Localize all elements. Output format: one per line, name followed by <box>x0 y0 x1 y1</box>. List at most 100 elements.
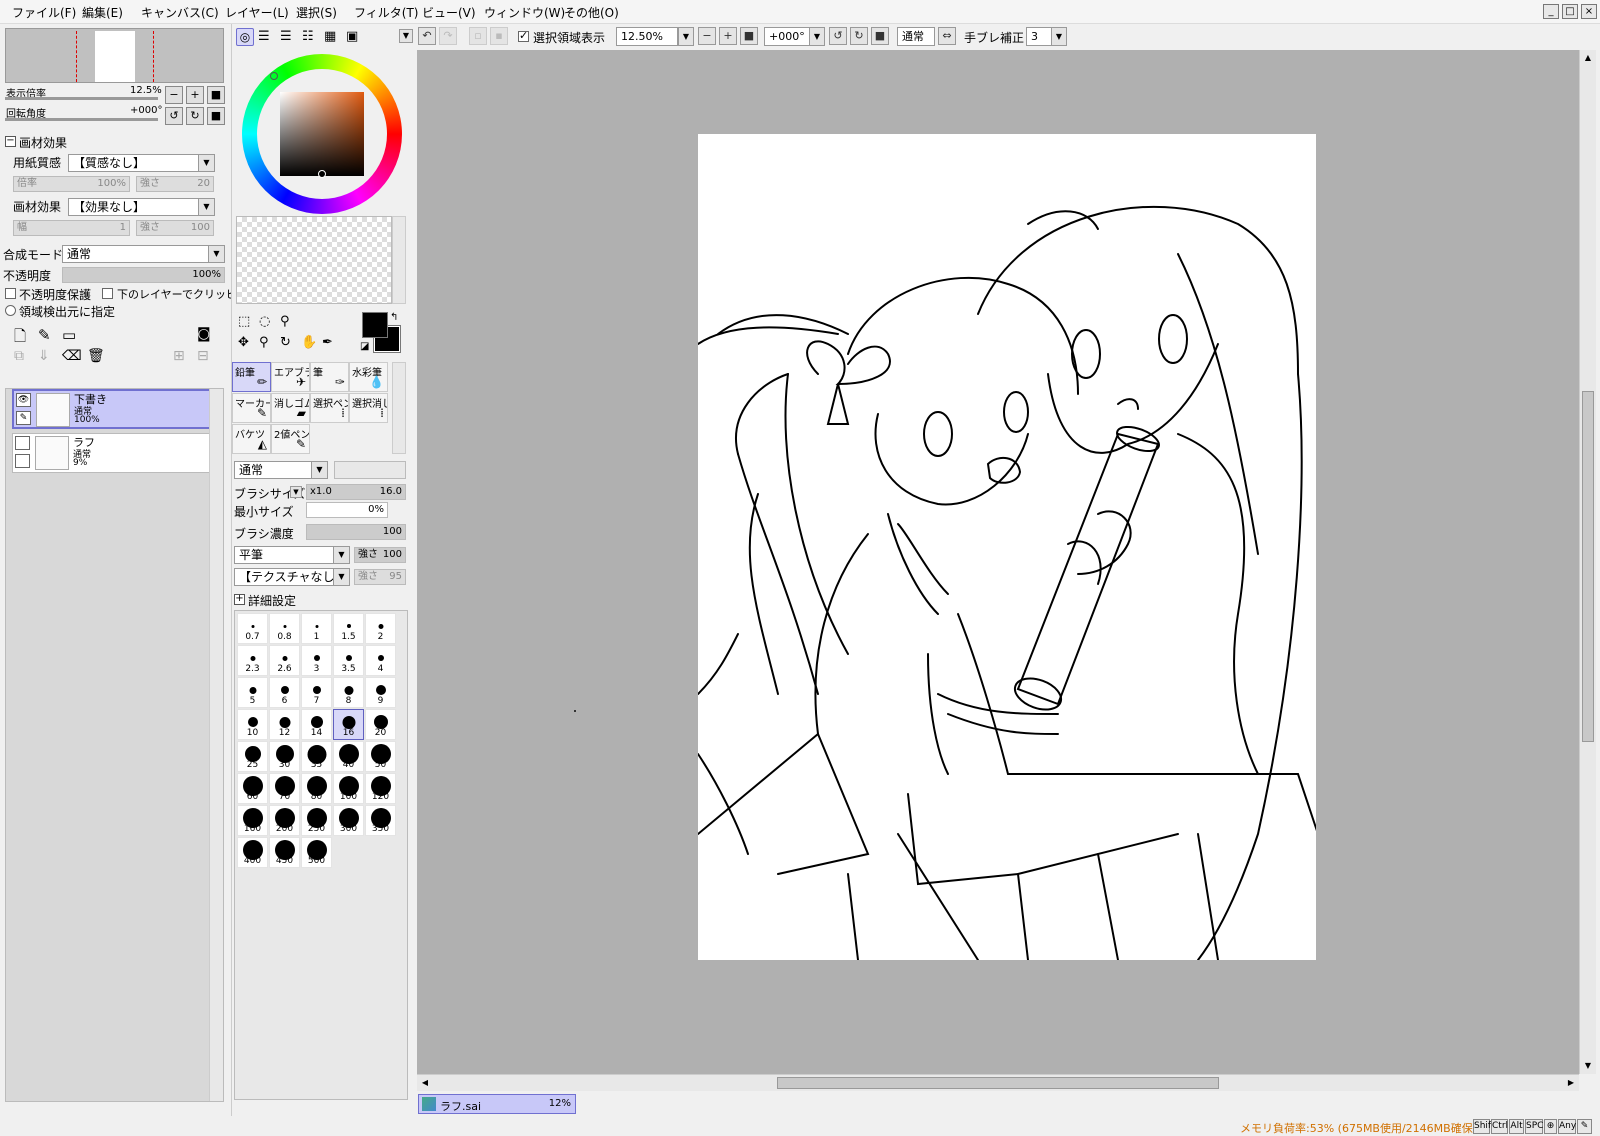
new-linework-layer-icon[interactable]: ✎ <box>38 326 51 344</box>
brush-size-cell[interactable]: 25 <box>237 741 268 772</box>
chevron-down-icon[interactable]: ▼ <box>1580 1058 1596 1074</box>
nav-rotate-reset-button[interactable]: ■ <box>207 107 225 125</box>
merge-down-icon[interactable]: ⊞ <box>173 348 185 364</box>
menu-file[interactable]: ファイル(F) <box>12 4 76 21</box>
collapse-icon[interactable]: − <box>5 136 16 147</box>
stabilizer-field[interactable]: 3 <box>1026 27 1052 46</box>
chevron-down-icon[interactable]: ▼ <box>399 29 413 43</box>
merge-visible-icon[interactable]: ⊟ <box>197 348 209 364</box>
zoom-icon[interactable]: ⚲ <box>259 335 269 350</box>
brush-size-cell[interactable]: 2.3 <box>237 645 268 676</box>
lock-toggle[interactable] <box>15 454 30 468</box>
tool-pencil[interactable]: 鉛筆 ✏ <box>232 362 271 392</box>
tool-eraser[interactable]: 消しゴム ▰ <box>271 393 310 423</box>
rotation-dropdown[interactable]: ▼ <box>809 27 825 46</box>
canvas-paper[interactable] <box>697 134 1319 961</box>
chevron-down-icon[interactable]: ▼ <box>290 486 302 498</box>
scratch-pad-icon[interactable]: ▣ <box>346 29 358 44</box>
brush-size-cell[interactable]: 9 <box>365 677 396 708</box>
brush-size-cell[interactable]: 160 <box>237 805 268 836</box>
brush-size-cell[interactable]: 2.6 <box>269 645 300 676</box>
chevron-left-icon[interactable]: ◀ <box>417 1075 433 1091</box>
hsv-slider-icon[interactable]: ☰ <box>280 29 292 44</box>
swatch-scrollbar[interactable] <box>392 216 406 304</box>
layer-scrollbar[interactable] <box>209 389 223 1101</box>
brush-size-cell[interactable]: 300 <box>333 805 364 836</box>
zoom-field[interactable]: 12.50% <box>616 27 678 46</box>
sv-square[interactable] <box>280 92 364 176</box>
layer-item[interactable]: ラフ 通常 9% <box>12 433 214 473</box>
brush-size-cell[interactable]: 400 <box>237 837 268 868</box>
brush-size-cell[interactable]: 3 <box>301 645 332 676</box>
brush-mode-select[interactable]: 通常 ▼ <box>234 461 328 479</box>
effect-select[interactable]: 【効果なし】 ▼ <box>68 198 215 216</box>
brush-size-cell[interactable]: 350 <box>365 805 396 836</box>
clear-layer-icon[interactable]: ⌫ <box>62 348 82 364</box>
tool-bucket[interactable]: バケツ ◭ <box>232 424 271 454</box>
brush-size-cell[interactable]: 7 <box>301 677 332 708</box>
menu-filter[interactable]: フィルタ(T) <box>354 4 418 21</box>
brush-size-cell[interactable]: 500 <box>301 837 332 868</box>
detect-source-radio[interactable] <box>5 305 16 316</box>
tool-brush[interactable]: 筆 ✑ <box>310 362 349 392</box>
brush-size-cell[interactable]: 50 <box>365 741 396 772</box>
paper-strength-slider[interactable]: 強さ 20 <box>136 176 214 192</box>
brush-size-cell[interactable]: 0.8 <box>269 613 300 644</box>
brush-size-cell[interactable]: 16 <box>333 709 364 740</box>
deselect-button[interactable]: ▫ <box>469 27 487 45</box>
hand-icon[interactable]: ✋ <box>301 335 317 350</box>
swap-colors-icon[interactable]: ↰ <box>390 312 398 323</box>
brush-size-cell[interactable]: 40 <box>333 741 364 772</box>
menu-layer[interactable]: レイヤー(L) <box>225 4 289 21</box>
menu-other[interactable]: その他(O) <box>564 4 619 21</box>
menu-window[interactable]: ウィンドウ(W) <box>484 4 565 21</box>
tool-marker[interactable]: マーカー ✎ <box>232 393 271 423</box>
chevron-up-icon[interactable]: ▲ <box>1580 50 1596 66</box>
density-slider[interactable]: 100 <box>306 524 406 540</box>
eyedropper-icon[interactable]: ✒ <box>322 335 333 350</box>
clipping-checkbox[interactable] <box>102 288 113 299</box>
new-folder-icon[interactable]: ▭ <box>62 326 76 344</box>
brush-size-cell[interactable]: 10 <box>237 709 268 740</box>
minimize-button[interactable]: _ <box>1543 4 1559 19</box>
nav-rotate-right-button[interactable]: ↻ <box>186 107 204 125</box>
brush-size-cell[interactable]: 200 <box>269 805 300 836</box>
transparent-color-icon[interactable]: ◪ <box>360 341 369 352</box>
lasso-icon[interactable]: ◌ <box>259 314 270 329</box>
magic-wand-icon[interactable]: ⚲ <box>280 314 290 329</box>
effect-width-slider[interactable]: 幅1 <box>13 220 130 236</box>
close-button[interactable]: × <box>1581 4 1597 19</box>
eye-icon[interactable]: 👁 <box>16 393 31 407</box>
brush-size-slider[interactable]: x1.0 16.0 <box>306 484 406 500</box>
navigator-viewport[interactable] <box>76 31 154 82</box>
brush-size-cell[interactable]: 30 <box>269 741 300 772</box>
rotation-field[interactable]: +000° <box>764 27 810 46</box>
brush-size-cell[interactable]: 1.5 <box>333 613 364 644</box>
brush-size-cell[interactable]: 35 <box>301 741 332 772</box>
effect-strength-slider[interactable]: 強さ 100 <box>136 220 214 236</box>
selection-visible-checkbox[interactable]: ✓ <box>518 29 529 42</box>
view-blend-mode[interactable]: 通常 <box>897 27 935 46</box>
brush-size-cell[interactable]: 3.5 <box>333 645 364 676</box>
undo-button[interactable]: ↶ <box>418 27 436 45</box>
visibility-toggle[interactable] <box>15 436 30 450</box>
rotate-icon[interactable]: ↻ <box>280 335 291 350</box>
foreground-color-swatch[interactable] <box>362 312 388 338</box>
invert-selection-button[interactable]: ▪ <box>490 27 508 45</box>
detail-settings-label[interactable]: 詳細設定 <box>248 592 296 609</box>
color-wheel-icon[interactable]: ◎ <box>236 28 254 46</box>
brush-size-cell[interactable]: 12 <box>269 709 300 740</box>
texture-strength-slider[interactable]: 強さ 95 <box>354 569 406 585</box>
nav-zoom-out-button[interactable]: − <box>165 86 183 104</box>
brush-edge-selector[interactable] <box>334 461 406 479</box>
brush-size-cell[interactable]: 100 <box>333 773 364 804</box>
zoom-dropdown[interactable]: ▼ <box>678 27 694 46</box>
layer-item[interactable]: 👁 ✎ 下書き 通常 100% <box>12 389 214 429</box>
document-tab[interactable]: ラフ.sai 12% <box>418 1094 576 1114</box>
brush-size-cell[interactable]: 5 <box>237 677 268 708</box>
nav-rotate-left-button[interactable]: ↺ <box>165 107 183 125</box>
transfer-down-icon[interactable]: ⇓ <box>38 348 50 364</box>
menu-view[interactable]: ビュー(V) <box>422 4 476 21</box>
shape-strength-slider[interactable]: 強さ 100 <box>354 547 406 563</box>
brush-size-cell[interactable]: 120 <box>365 773 396 804</box>
